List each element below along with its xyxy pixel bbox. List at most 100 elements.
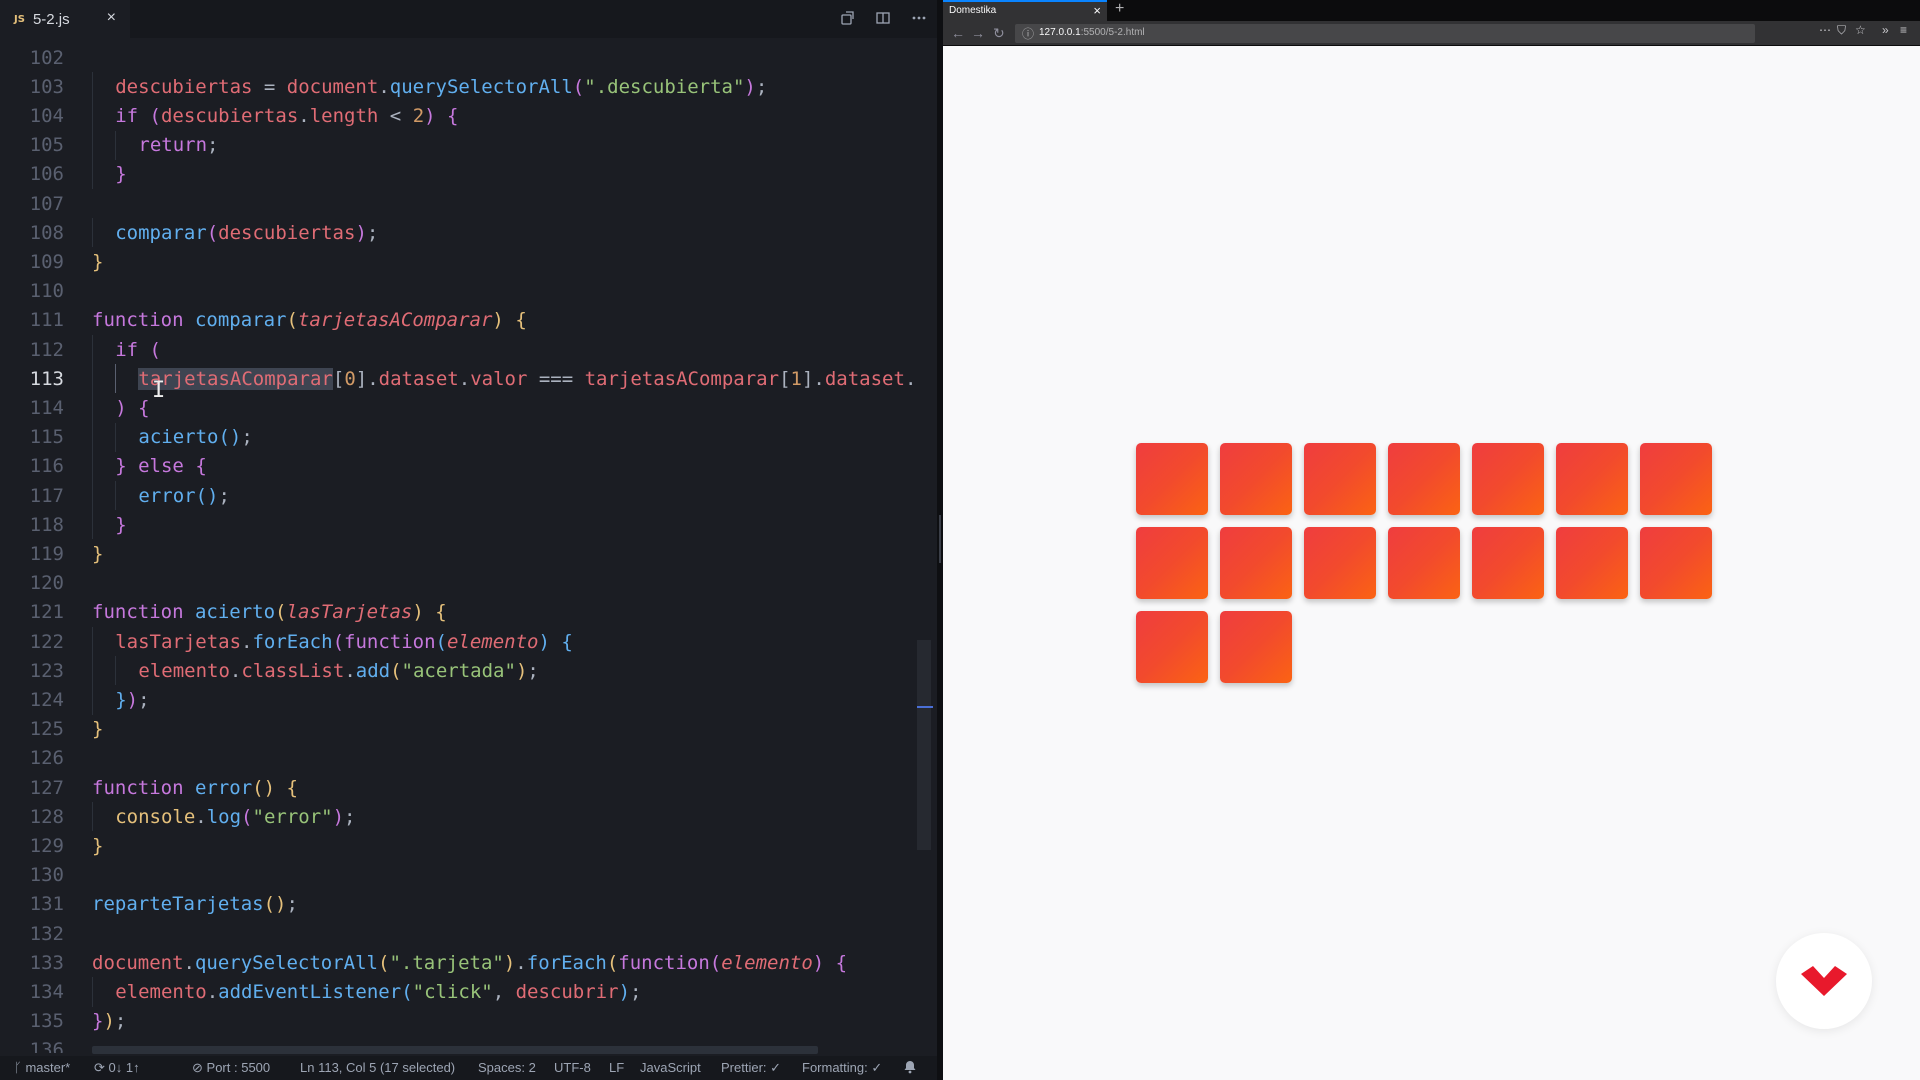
code-line[interactable]: 103 descubiertas = document.querySelector…	[0, 72, 937, 102]
code-text: lasTarjetas.forEach(function(elemento) {	[115, 630, 573, 653]
pocket-icon[interactable]: ⛉	[1837, 23, 1846, 38]
memory-card[interactable]	[1388, 443, 1460, 515]
code-area[interactable]: 102 103 descubiertas = document.querySelec…	[0, 43, 937, 1054]
code-line[interactable]: 122 lasTarjetas.forEach(function(elemento…	[0, 627, 937, 657]
split-editor-icon[interactable]	[873, 8, 893, 28]
memory-card[interactable]	[1304, 443, 1376, 515]
eol-status[interactable]: LF	[609, 1060, 624, 1075]
code-line[interactable]: 114) {	[0, 393, 937, 423]
code-line[interactable]: 123 elemento.classList.add("acertada");	[0, 656, 937, 686]
code-line[interactable]: 115 acierto();	[0, 422, 937, 452]
memory-card[interactable]	[1304, 527, 1376, 599]
code-line[interactable]: 125}	[0, 715, 937, 744]
vertical-scrollbar[interactable]	[917, 640, 931, 850]
code-line[interactable]: 107	[0, 189, 937, 218]
code-line[interactable]: 116} else {	[0, 451, 937, 481]
git-branch-status[interactable]: ᚴ master*	[14, 1060, 70, 1075]
code-text: elemento.addEventListener("click", descu…	[115, 980, 642, 1003]
indent-guide	[92, 627, 93, 657]
code-line[interactable]: 105 return;	[0, 130, 937, 160]
more-icon[interactable]	[909, 8, 929, 28]
code-line[interactable]: 112 if (	[0, 335, 937, 365]
tab-5-2-js[interactable]: JS 5-2.js ×	[0, 0, 130, 38]
code-text: if (descubiertas.length < 2) {	[115, 104, 459, 127]
code-text: if (	[115, 338, 161, 361]
code-line[interactable]: 106}	[0, 159, 937, 189]
code-line[interactable]: 108 comparar(descubiertas);	[0, 218, 937, 248]
line-number: 110	[29, 280, 64, 303]
line-number: 115	[29, 426, 64, 449]
hamburger-menu-icon[interactable]: ≡	[1900, 23, 1907, 37]
code-line[interactable]: 133 document.querySelectorAll(".tarjeta")…	[0, 948, 937, 977]
memory-card[interactable]	[1136, 527, 1208, 599]
line-number: 106	[29, 163, 64, 186]
bookmark-star-icon[interactable]: ☆	[1855, 23, 1866, 37]
memory-card[interactable]	[1136, 443, 1208, 515]
code-line[interactable]: 128 console.log("error");	[0, 802, 937, 832]
memory-card[interactable]	[1220, 611, 1292, 683]
code-line[interactable]: 130	[0, 861, 937, 890]
memory-card[interactable]	[1388, 527, 1460, 599]
code-line[interactable]: 135});	[0, 1007, 937, 1036]
memory-card[interactable]	[1640, 527, 1712, 599]
memory-card[interactable]	[1640, 443, 1712, 515]
resize-handle[interactable]	[939, 515, 941, 563]
back-icon[interactable]: ←	[951, 25, 965, 41]
memory-card[interactable]	[1220, 527, 1292, 599]
memory-card[interactable]	[1136, 611, 1208, 683]
code-text: }	[115, 163, 127, 186]
code-line[interactable]: 113 tarjetasAComparar[0].dataset.valor ==…	[0, 364, 937, 394]
encoding-status[interactable]: UTF-8	[554, 1060, 591, 1075]
code-text: }	[92, 542, 104, 565]
url-bar[interactable]: ⓘ 127.0.0.1:5500/5-2.html	[1015, 24, 1755, 43]
line-number: 136	[29, 1039, 64, 1053]
site-info-icon[interactable]: ⓘ	[1022, 25, 1034, 42]
horizontal-scrollbar[interactable]	[92, 1046, 818, 1054]
code-text: tarjetasAComparar[0].dataset.valor === t…	[138, 367, 917, 390]
code-text: document.querySelectorAll(".tarjeta").fo…	[92, 951, 848, 974]
code-line[interactable]: 111 function comparar(tarjetasAComparar) …	[0, 306, 937, 335]
code-line[interactable]: 120	[0, 569, 937, 598]
code-line[interactable]: 102	[0, 43, 937, 72]
code-line[interactable]: 127 function error() {	[0, 773, 937, 802]
indent-guide	[92, 802, 93, 832]
new-tab-button[interactable]: +	[1115, 0, 1124, 18]
code-line[interactable]: 118}	[0, 510, 937, 540]
memory-card[interactable]	[1472, 527, 1544, 599]
memory-card[interactable]	[1220, 443, 1292, 515]
indentation-status[interactable]: Spaces: 2	[478, 1060, 536, 1075]
code-line[interactable]: 119}	[0, 539, 937, 568]
line-number: 118	[29, 513, 64, 536]
line-number: 113	[29, 367, 64, 390]
cursor-position[interactable]: Ln 113, Col 5 (17 selected)	[300, 1060, 455, 1075]
open-changes-icon[interactable]	[837, 8, 857, 28]
code-line[interactable]: 121 function acierto(lasTarjetas) {	[0, 598, 937, 627]
code-line[interactable]: 134 elemento.addEventListener("click", de…	[0, 977, 937, 1007]
forward-icon[interactable]: →	[971, 25, 985, 41]
language-mode[interactable]: JavaScript	[640, 1060, 701, 1075]
prettier-status[interactable]: Prettier: ✓	[721, 1060, 781, 1076]
page-actions-icon[interactable]: ⋯	[1819, 23, 1831, 37]
memory-card[interactable]	[1472, 443, 1544, 515]
code-line[interactable]: 129}	[0, 831, 937, 860]
sync-status[interactable]: ⟳ 0↓ 1↑	[94, 1060, 140, 1076]
code-line[interactable]: 132	[0, 919, 937, 948]
code-line[interactable]: 117 error();	[0, 481, 937, 511]
live-server-port[interactable]: ⊘ Port : 5500	[192, 1060, 270, 1076]
code-line[interactable]: 124});	[0, 685, 937, 715]
close-tab-icon[interactable]: ×	[1093, 3, 1101, 18]
code-line[interactable]: 126	[0, 744, 937, 773]
code-line[interactable]: 109}	[0, 247, 937, 276]
code-line[interactable]: 110	[0, 277, 937, 306]
code-line[interactable]: 131 reparteTarjetas();	[0, 890, 937, 919]
bell-icon[interactable]	[903, 1060, 917, 1077]
overflow-chevron-icon[interactable]: »	[1882, 23, 1889, 37]
close-icon[interactable]: ×	[107, 9, 116, 27]
browser-tab-domestika[interactable]: Domestika ×	[943, 0, 1107, 21]
code-line[interactable]: 104 if (descubiertas.length < 2) {	[0, 101, 937, 131]
memory-card[interactable]	[1556, 527, 1628, 599]
indent-guide	[115, 422, 117, 452]
formatting-status[interactable]: Formatting: ✓	[802, 1060, 882, 1076]
reload-icon[interactable]: ↻	[993, 25, 1005, 42]
memory-card[interactable]	[1556, 443, 1628, 515]
